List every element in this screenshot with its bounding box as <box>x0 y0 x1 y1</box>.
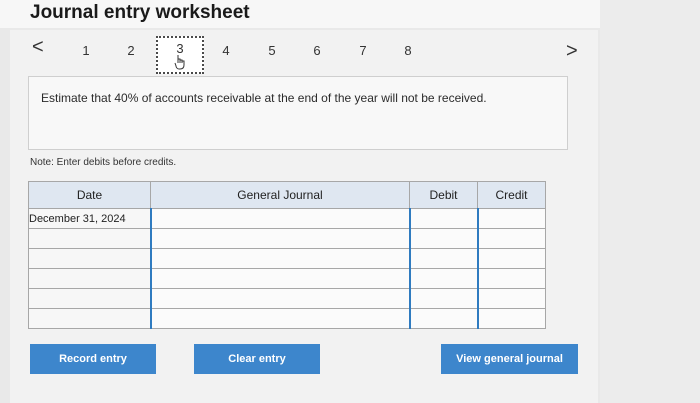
credit-input[interactable] <box>476 308 546 329</box>
credit-input[interactable] <box>476 288 546 309</box>
account-input[interactable] <box>149 308 410 329</box>
step-8[interactable]: 8 <box>398 43 418 58</box>
debit-input[interactable] <box>408 308 478 329</box>
account-input[interactable] <box>149 248 410 269</box>
step-2[interactable]: 2 <box>121 43 141 58</box>
prompt-box: Estimate that 40% of accounts receivable… <box>28 76 568 150</box>
page-title: Journal entry worksheet <box>30 2 250 23</box>
date-cell[interactable]: December 31, 2024 <box>28 208 151 229</box>
step-5[interactable]: 5 <box>262 43 282 58</box>
date-cell[interactable] <box>28 288 151 309</box>
record-entry-button[interactable]: Record entry <box>30 344 156 374</box>
header-date: Date <box>28 181 151 209</box>
credit-input[interactable] <box>476 208 546 229</box>
credit-input[interactable] <box>476 268 546 289</box>
step-6[interactable]: 6 <box>307 43 327 58</box>
note-text: Note: Enter debits before credits. <box>30 157 177 168</box>
debit-input[interactable] <box>408 228 478 249</box>
table-row <box>28 228 546 249</box>
date-cell[interactable] <box>28 248 151 269</box>
account-input[interactable] <box>149 288 410 309</box>
step-7[interactable]: 7 <box>353 43 373 58</box>
debit-input[interactable] <box>408 208 478 229</box>
pointer-hand-icon <box>174 55 185 70</box>
clear-entry-button[interactable]: Clear entry <box>194 344 320 374</box>
table-row: December 31, 2024 <box>28 208 546 229</box>
account-input[interactable] <box>149 268 410 289</box>
next-step-button[interactable]: > <box>566 40 578 63</box>
table-header-row: Date General Journal Debit Credit <box>28 181 546 209</box>
date-cell[interactable] <box>28 228 151 249</box>
debit-input[interactable] <box>408 288 478 309</box>
title-bar: Journal entry worksheet <box>0 0 600 28</box>
prev-step-button[interactable]: < <box>32 36 44 59</box>
date-cell[interactable] <box>28 268 151 289</box>
debit-input[interactable] <box>408 248 478 269</box>
debit-input[interactable] <box>408 268 478 289</box>
view-general-journal-button[interactable]: View general journal <box>441 344 578 374</box>
step-3-active[interactable]: 3 <box>156 36 204 74</box>
account-input[interactable] <box>149 208 410 229</box>
step-4[interactable]: 4 <box>216 43 236 58</box>
account-input[interactable] <box>149 228 410 249</box>
table-row <box>28 308 546 329</box>
credit-input[interactable] <box>476 228 546 249</box>
journal-table: Date General Journal Debit Credit Decemb… <box>28 181 546 329</box>
table-row <box>28 268 546 289</box>
table-row <box>28 248 546 269</box>
header-credit: Credit <box>477 181 546 209</box>
table-row <box>28 288 546 309</box>
prompt-text: Estimate that 40% of accounts receivable… <box>41 91 487 105</box>
date-cell[interactable] <box>28 308 151 329</box>
header-debit: Debit <box>409 181 478 209</box>
header-general-journal: General Journal <box>150 181 410 209</box>
background-margin <box>600 0 700 403</box>
step-1[interactable]: 1 <box>76 43 96 58</box>
credit-input[interactable] <box>476 248 546 269</box>
